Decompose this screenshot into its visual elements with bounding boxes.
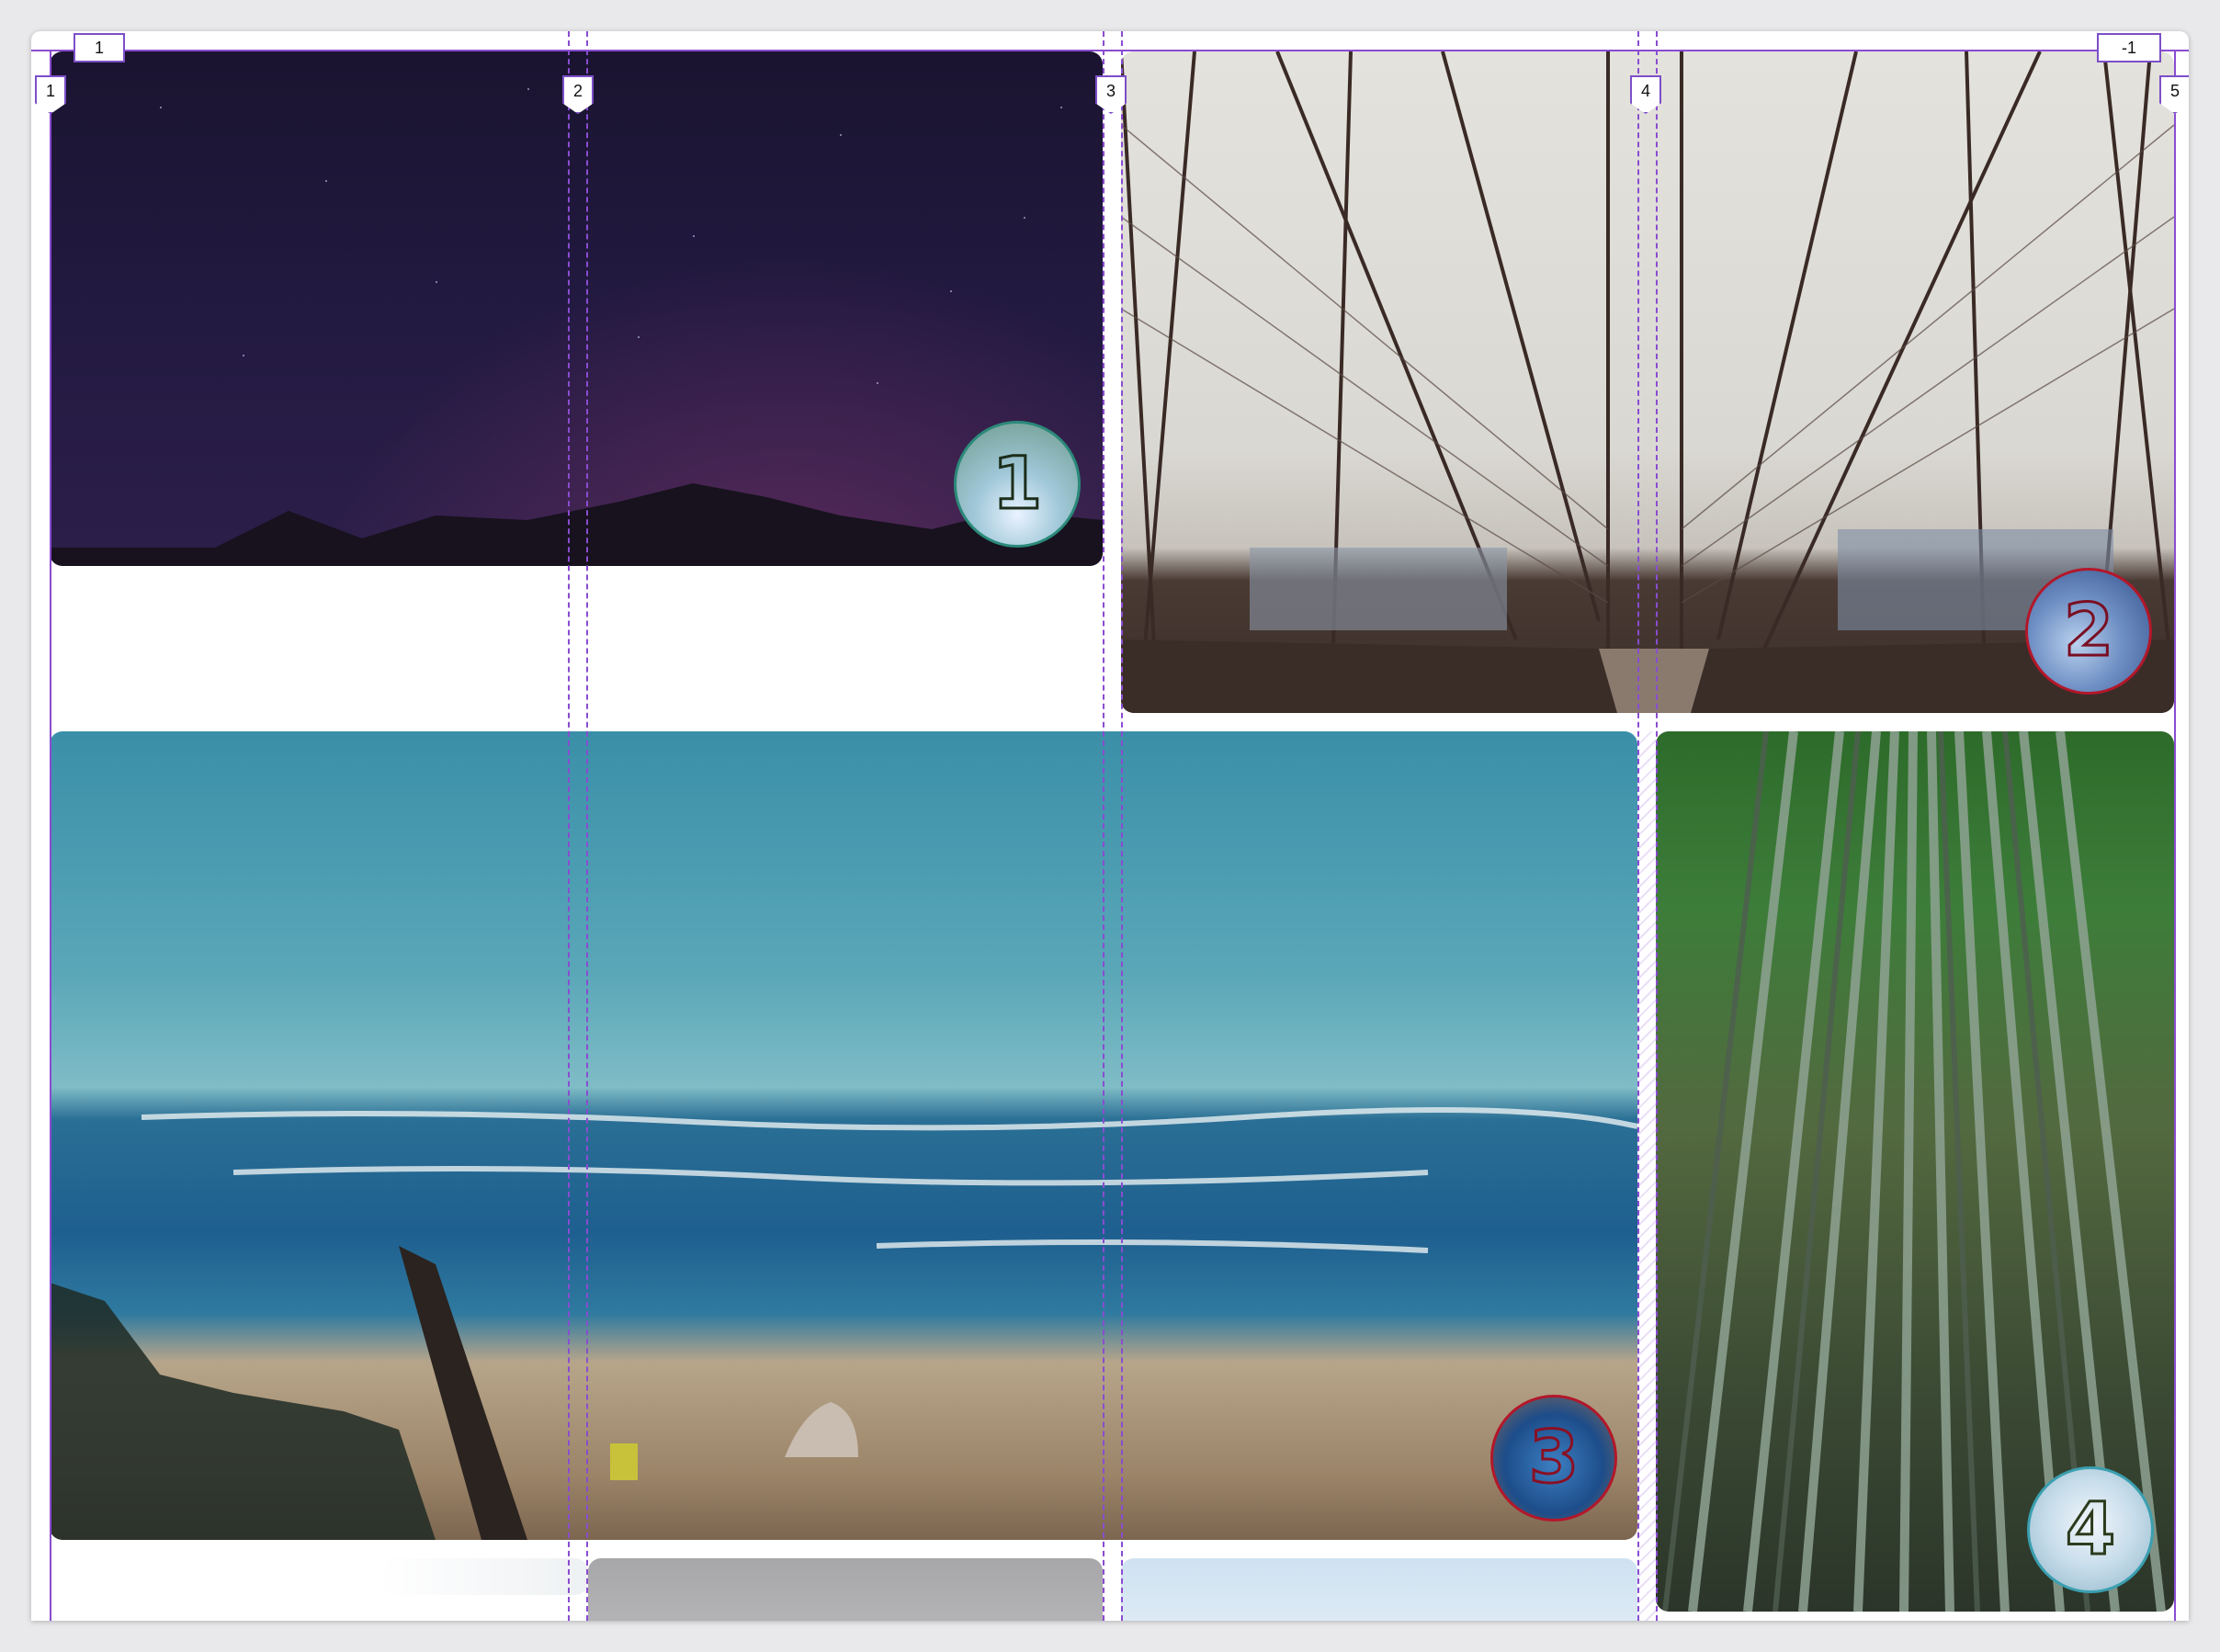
gallery-item-partial-sky[interactable]: [1121, 1558, 1637, 1621]
grid-container: 1 2 3 4 1 -1 1 2 3 4 5: [31, 31, 2189, 1621]
grid-column-line-3: [1121, 31, 1123, 1621]
grid-gap-hatch: [1637, 731, 1656, 1621]
gallery-item-beach[interactable]: 3: [50, 731, 1637, 1540]
grid-row-line: [31, 50, 2189, 51]
beach-scene: [50, 1107, 1637, 1540]
grid-row-label-start: 1: [74, 33, 125, 62]
grid-column-line: [568, 31, 570, 1621]
grid-row-label-end: -1: [2097, 33, 2161, 62]
item-number-badge: 3: [1490, 1395, 1617, 1522]
grid-column-line: [1637, 31, 1639, 1621]
grid-column-line-1: [50, 50, 51, 1621]
item-number-badge: 2: [2025, 568, 2152, 695]
item-number-badge: 4: [2027, 1466, 2154, 1593]
grid-column-line-2: [586, 31, 588, 1621]
gallery-item-bamboo[interactable]: 4: [1656, 731, 2174, 1612]
item-number-badge: 1: [954, 421, 1081, 548]
grid-column-line-5: [2174, 50, 2176, 1621]
mountain-silhouette: [50, 483, 1103, 566]
gallery-item-partial-fade: [380, 1558, 588, 1595]
grid-column-line: [1103, 31, 1104, 1621]
grid-column-line-4: [1656, 31, 1658, 1621]
gallery-item-bridge[interactable]: 2: [1121, 51, 2174, 713]
bridge-cables: [1121, 51, 2174, 713]
gallery-item-partial-gray[interactable]: [588, 1558, 1103, 1621]
gallery-item-night-sky[interactable]: 1: [50, 51, 1103, 566]
